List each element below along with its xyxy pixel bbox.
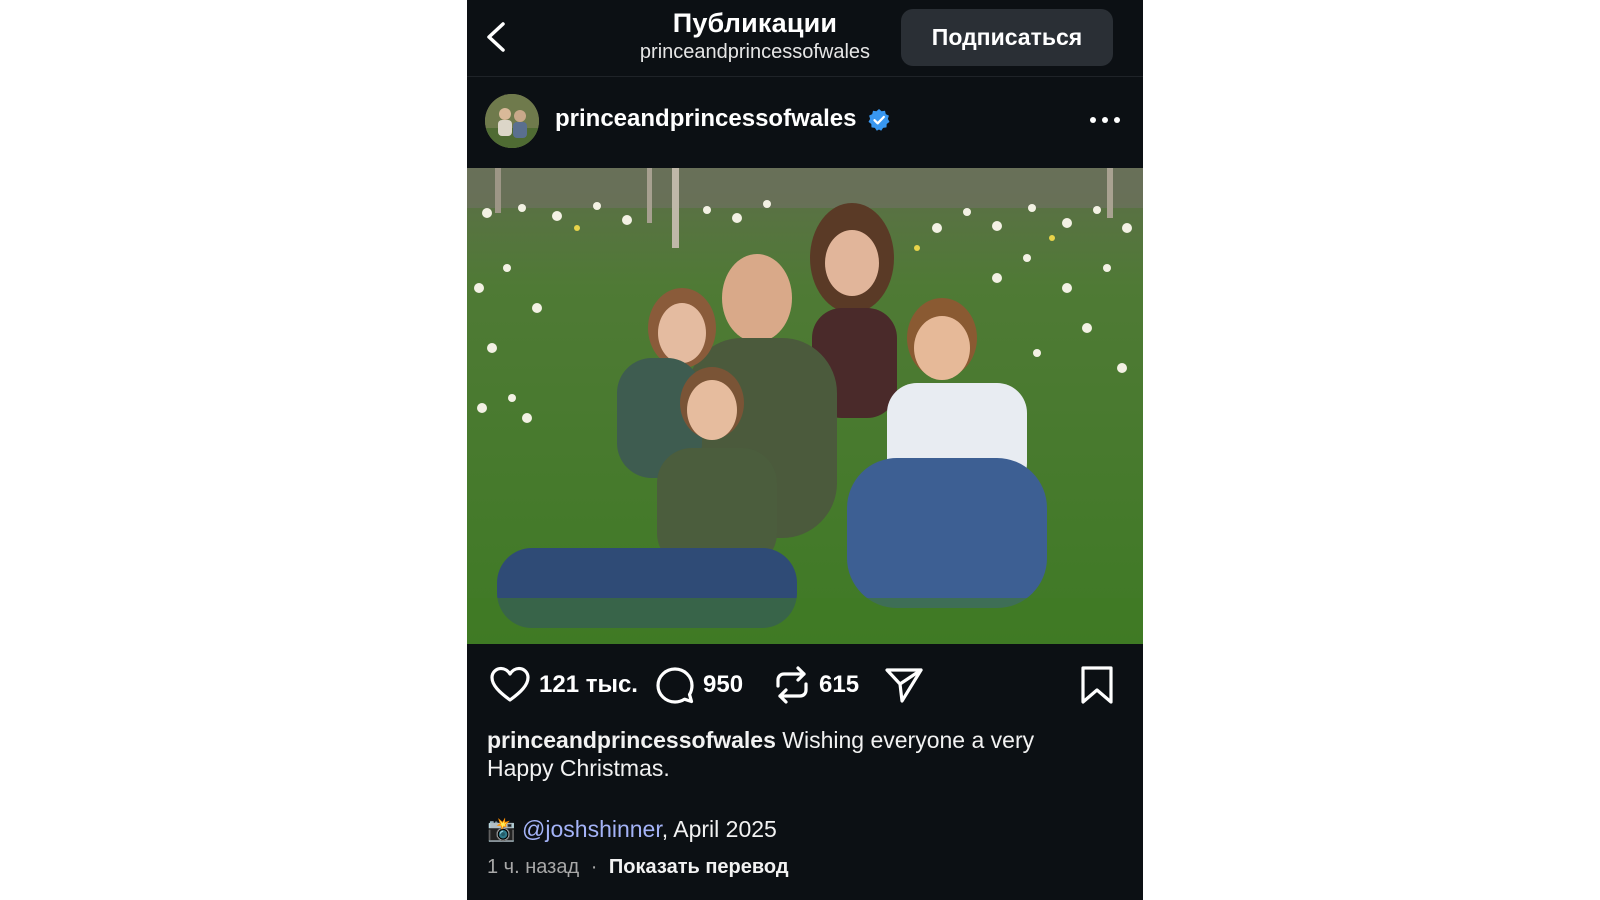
comment-button[interactable]: 950 [655, 660, 743, 710]
post-timestamp: 1 ч. назад [487, 856, 580, 878]
back-button[interactable] [481, 20, 515, 54]
credit-mention[interactable]: @joshshinner [522, 816, 662, 842]
page-subtitle: princeandprincessofwales [639, 41, 871, 63]
camera-icon: 📸 [487, 816, 516, 842]
post-header: princeandprincessofwales [467, 77, 1143, 167]
post-author[interactable]: princeandprincessofwales [555, 105, 856, 133]
share-icon [885, 668, 923, 703]
repost-icon [776, 666, 808, 704]
meta-separator: · [590, 856, 598, 878]
photo-credit: 📸 @joshshinner, April 2025 [487, 816, 777, 843]
comment-icon [656, 667, 694, 704]
bookmark-button[interactable] [1079, 660, 1115, 710]
comment-count: 950 [703, 671, 744, 698]
repost-button[interactable]: 615 [773, 660, 859, 710]
top-bar: Публикации princeandprincessofwales Подп… [467, 0, 1143, 77]
bookmark-icon [1081, 666, 1113, 704]
avatar[interactable] [485, 94, 539, 148]
verified-icon [868, 109, 890, 131]
post-photo[interactable] [467, 168, 1143, 644]
more-options-button[interactable] [1085, 105, 1125, 135]
caption-username[interactable]: princeandprincessofwales [487, 727, 776, 753]
post-caption: princeandprincessofwales Wishing everyon… [487, 726, 1087, 782]
post-screen: Публикации princeandprincessofwales Подп… [467, 0, 1143, 900]
credit-date: , April 2025 [661, 816, 777, 842]
repost-count: 615 [819, 671, 860, 698]
follow-button[interactable]: Подписаться [901, 9, 1113, 66]
show-translation-link[interactable]: Показать перевод [609, 856, 789, 878]
more-icon [1090, 117, 1120, 123]
like-count: 121 тыс. [539, 671, 638, 698]
page-title: Публикации [672, 8, 838, 38]
photo-image [467, 168, 1143, 644]
share-button[interactable] [883, 660, 925, 710]
like-button[interactable]: 121 тыс. [489, 660, 638, 710]
back-icon [487, 22, 505, 52]
post-actions: 121 тыс. 950 615 [467, 660, 1143, 710]
heart-icon [490, 666, 530, 702]
post-meta: 1 ч. назад · Показать перевод [487, 856, 789, 879]
